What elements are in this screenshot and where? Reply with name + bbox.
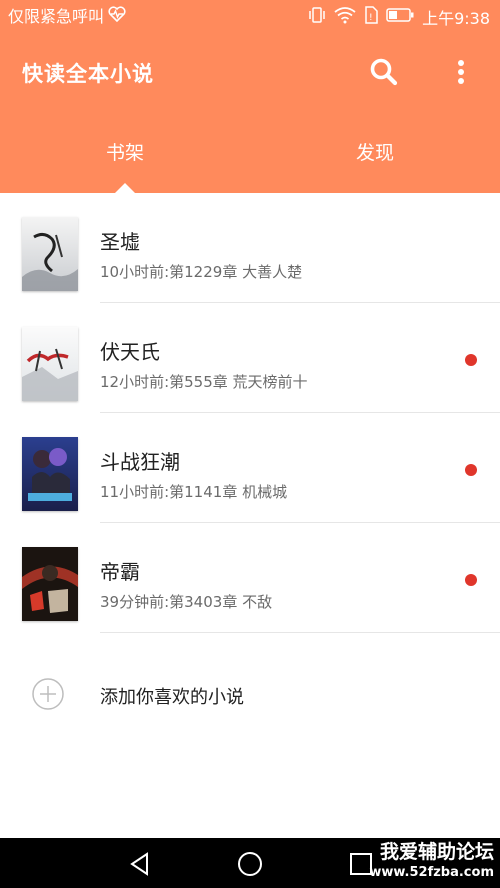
more-vert-icon — [458, 60, 464, 84]
book-title: 帝霸 — [100, 560, 140, 584]
back-icon[interactable] — [127, 851, 153, 877]
bookshelf-list: 圣墟 10小时前:第1229章 大善人楚 伏天氏 12小时前:第555章 荒天榜… — [0, 193, 500, 633]
book-title: 斗战狂潮 — [100, 450, 180, 474]
book-item[interactable]: 圣墟 10小时前:第1229章 大善人楚 — [0, 193, 500, 303]
tab-bookshelf[interactable]: 书架 — [0, 110, 250, 193]
app-toolbar: 快读全本小说 — [0, 34, 500, 110]
search-icon — [370, 58, 398, 86]
status-left: 仅限紧急呼叫 — [8, 6, 126, 28]
svg-text:!: ! — [369, 13, 373, 23]
book-title: 伏天氏 — [100, 340, 160, 364]
tab-bar: 书架 发现 — [0, 110, 500, 193]
unread-dot — [465, 464, 477, 476]
tab-discover[interactable]: 发现 — [250, 110, 500, 193]
book-item[interactable]: 帝霸 39分钟前:第3403章 不敌 — [0, 523, 500, 633]
divider — [100, 632, 500, 633]
tab-selected-indicator — [115, 183, 135, 193]
overflow-menu-button[interactable] — [448, 56, 474, 88]
unread-dot — [465, 574, 477, 586]
book-latest-chapter: 11小时前:第1141章 机械城 — [100, 483, 288, 501]
battery-icon — [386, 7, 414, 27]
sim-icon: ! — [364, 6, 378, 28]
book-cover — [22, 327, 78, 401]
home-icon[interactable] — [237, 851, 263, 877]
status-time: 上午9:38 — [422, 9, 490, 28]
unread-dot — [465, 354, 477, 366]
book-latest-chapter: 39分钟前:第3403章 不敌 — [100, 593, 273, 611]
carrier-text: 仅限紧急呼叫 — [8, 7, 105, 26]
app-title: 快读全本小说 — [22, 62, 154, 86]
status-bar: 仅限紧急呼叫 ! 上午9:38 — [0, 0, 500, 34]
watermark: 我爱辅助论坛 www.52fzba.com — [369, 840, 494, 882]
book-cover — [22, 547, 78, 621]
book-latest-chapter: 10小时前:第1229章 大善人楚 — [100, 263, 303, 281]
book-cover — [22, 217, 78, 291]
add-circle-icon — [32, 678, 64, 710]
watermark-title: 我爱辅助论坛 — [379, 841, 494, 863]
search-button[interactable] — [368, 56, 400, 88]
vibrate-icon — [308, 6, 326, 28]
watermark-url: www.52fzba.com — [369, 865, 494, 880]
status-right: ! 上午9:38 — [308, 6, 490, 28]
wifi-icon — [334, 6, 356, 28]
add-book-row[interactable]: 添加你喜欢的小说 — [0, 640, 500, 750]
book-item[interactable]: 斗战狂潮 11小时前:第1141章 机械城 — [0, 413, 500, 523]
heartbeat-icon — [108, 6, 126, 28]
book-title: 圣墟 — [100, 230, 140, 254]
book-latest-chapter: 12小时前:第555章 荒天榜前十 — [100, 373, 308, 391]
book-cover — [22, 437, 78, 511]
add-book-label: 添加你喜欢的小说 — [100, 687, 244, 708]
book-item[interactable]: 伏天氏 12小时前:第555章 荒天榜前十 — [0, 303, 500, 413]
